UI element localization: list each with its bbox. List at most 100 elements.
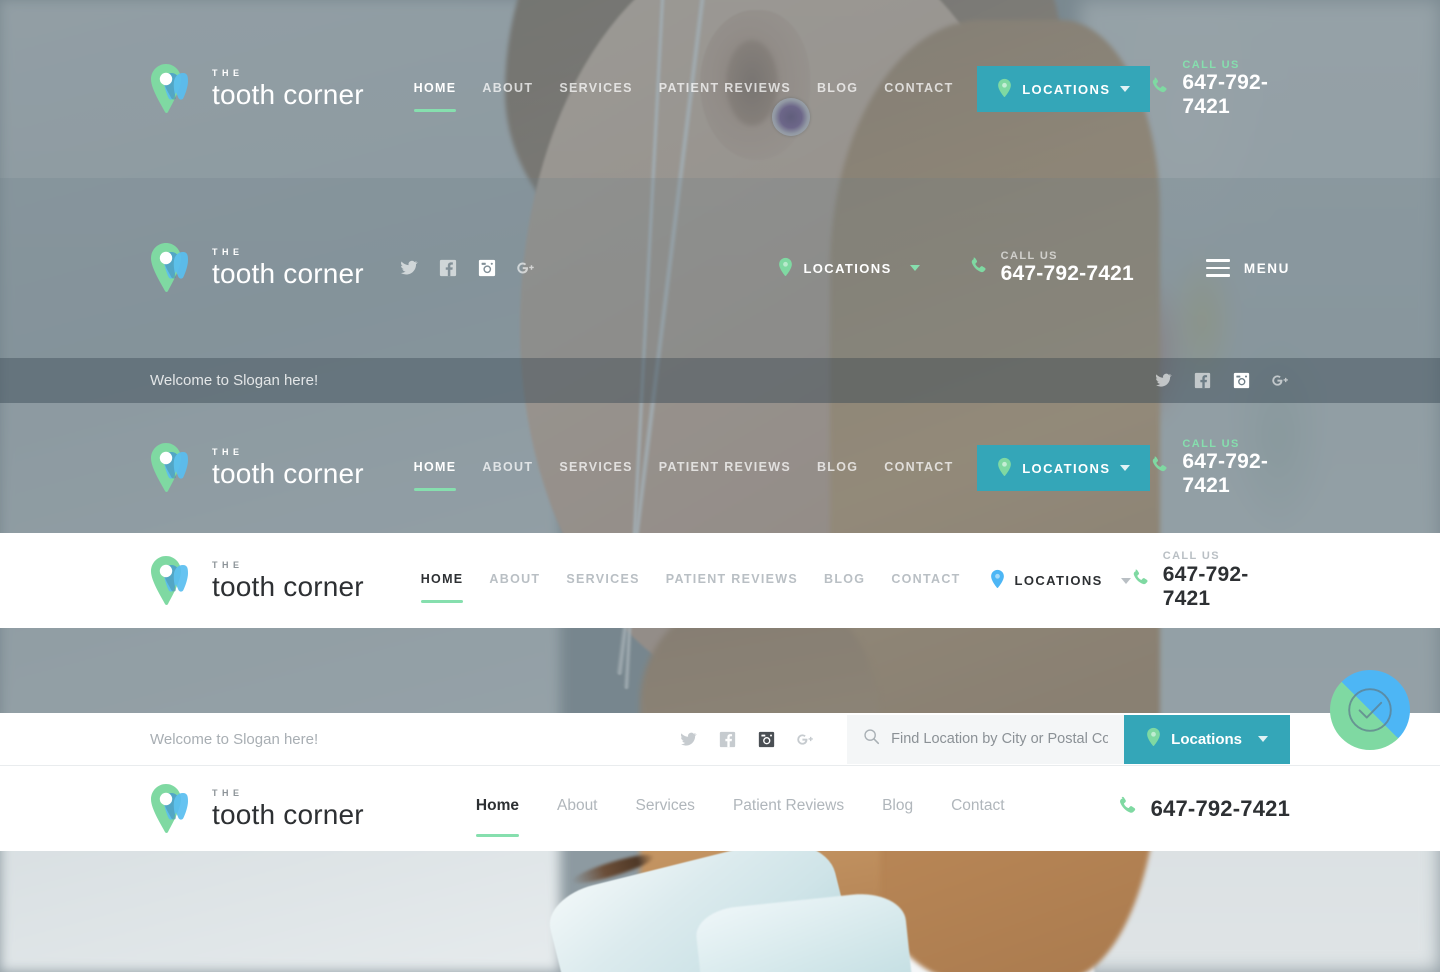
logo-name-text: tooth corner: [212, 570, 364, 602]
nav-item-services[interactable]: SERVICES: [559, 460, 632, 477]
slogan-text: Welcome to Slogan here!: [150, 372, 319, 389]
nav-item-patient-reviews[interactable]: Patient Reviews: [733, 797, 844, 821]
site-logo[interactable]: THE tooth corner: [150, 442, 364, 494]
call-us-block[interactable]: 647-792-7421: [1117, 795, 1290, 822]
map-pin-icon: [778, 257, 793, 280]
logo-the-text: THE: [212, 559, 244, 570]
chevron-down-icon: [1120, 86, 1131, 92]
locations-dropdown-label: LOCATIONS: [803, 260, 892, 276]
site-logo[interactable]: THE tooth corner: [150, 63, 364, 115]
call-us-number: 647-792-7421: [1182, 450, 1269, 498]
nav-item-home[interactable]: HOME: [420, 572, 464, 603]
chevron-down-icon: [909, 265, 920, 271]
header-variant-1: THE tooth corner HOME ABOUT SERVICES PAT…: [0, 0, 1440, 178]
call-us-block[interactable]: CALL US 647-792-7421: [1131, 550, 1290, 611]
hero-scrim-gap: [0, 628, 1440, 713]
facebook-icon[interactable]: [717, 729, 737, 749]
call-us-number: 647-792-7421: [1150, 795, 1291, 821]
logo-the-text: THE: [212, 247, 244, 257]
nav-item-patient-reviews[interactable]: PATIENT REVIEWS: [666, 572, 798, 589]
nav-item-home[interactable]: Home: [475, 797, 520, 837]
locations-button[interactable]: LOCATIONS: [977, 66, 1151, 112]
locations-dropdown[interactable]: LOCATIONS: [778, 257, 920, 280]
twitter-icon[interactable]: [1153, 371, 1173, 391]
header-variant-2: THE tooth corner LOCATIONS CALL US 647-7…: [0, 178, 1440, 358]
call-us-label: CALL US: [1162, 550, 1220, 563]
site-logo[interactable]: THE tooth corner: [150, 555, 364, 607]
locations-dropdown[interactable]: LOCATIONS: [990, 569, 1131, 592]
locations-dropdown-label: LOCATIONS: [1014, 573, 1103, 588]
main-nav-uppercase: HOME ABOUT SERVICES PATIENT REVIEWS BLOG…: [420, 572, 961, 603]
search-icon: [863, 728, 880, 750]
menu-toggle-button[interactable]: MENU: [1205, 259, 1290, 277]
facebook-icon[interactable]: [438, 258, 458, 278]
main-nav-uppercase: HOME ABOUT SERVICES PATIENT REVIEWS BLOG…: [413, 81, 954, 112]
search-input[interactable]: [891, 731, 1109, 747]
google-plus-icon[interactable]: [516, 258, 536, 278]
nav-item-blog[interactable]: BLOG: [817, 81, 858, 98]
map-pin-tooth-logo-icon: [150, 783, 198, 835]
social-links: [678, 729, 815, 749]
logo-name-text: tooth corner: [212, 258, 364, 289]
nav-item-contact[interactable]: CONTACT: [884, 81, 953, 98]
instagram-icon[interactable]: [477, 258, 497, 278]
call-us-block[interactable]: CALL US 647-792-7421: [969, 250, 1134, 287]
nav-item-patient-reviews[interactable]: PATIENT REVIEWS: [659, 460, 791, 477]
nav-item-about[interactable]: ABOUT: [489, 572, 540, 589]
phone-icon: [1131, 568, 1151, 593]
nav-item-blog[interactable]: BLOG: [824, 572, 865, 589]
nav-item-services[interactable]: SERVICES: [566, 572, 639, 589]
nav-item-services[interactable]: Services: [636, 797, 695, 821]
google-plus-icon[interactable]: [1270, 371, 1290, 391]
map-pin-tooth-logo-icon: [150, 442, 198, 494]
slogan-bar-light: Welcome to Slogan here! Find Location by…: [0, 713, 1440, 766]
map-pin-icon: [997, 78, 1012, 101]
nav-item-services[interactable]: SERVICES: [559, 81, 632, 98]
check-circle-badge-icon[interactable]: [1330, 670, 1410, 750]
nav-item-contact[interactable]: CONTACT: [891, 572, 960, 589]
nav-item-blog[interactable]: BLOG: [817, 460, 858, 477]
call-us-label: CALL US: [1182, 58, 1240, 71]
locations-button-label: Locations: [1171, 730, 1242, 748]
nav-item-about[interactable]: ABOUT: [482, 81, 533, 98]
map-pin-icon: [990, 569, 1005, 592]
call-us-number: 647-792-7421: [1162, 562, 1249, 610]
nav-item-home[interactable]: HOME: [413, 460, 457, 491]
twitter-icon[interactable]: [678, 729, 698, 749]
site-logo[interactable]: THE tooth corner: [150, 783, 364, 835]
site-logo[interactable]: THE tooth corner: [150, 242, 364, 294]
header-variant-4: THE tooth corner HOME ABOUT SERVICES PAT…: [0, 533, 1440, 628]
instagram-icon[interactable]: [756, 729, 776, 749]
nav-item-blog[interactable]: Blog: [882, 797, 913, 821]
map-pin-tooth-logo-icon: [150, 242, 198, 294]
header-variant-3: THE tooth corner HOME ABOUT SERVICES PAT…: [0, 403, 1440, 533]
google-plus-icon[interactable]: [795, 729, 815, 749]
social-links: [399, 258, 536, 278]
map-pin-icon: [1146, 727, 1161, 751]
nav-item-contact[interactable]: Contact: [951, 797, 1004, 821]
instagram-icon[interactable]: [1231, 371, 1251, 391]
nav-item-about[interactable]: ABOUT: [482, 460, 533, 477]
locations-button[interactable]: LOCATIONS: [977, 445, 1151, 491]
header-variant-5: THE tooth corner Home About Services Pat…: [0, 766, 1440, 851]
nav-item-about[interactable]: About: [557, 797, 598, 821]
call-us-block[interactable]: CALL US 647-792-7421: [1150, 59, 1290, 120]
chevron-down-icon: [1120, 577, 1131, 584]
location-search-box[interactable]: [847, 714, 1125, 764]
nav-item-contact[interactable]: CONTACT: [884, 460, 953, 477]
slogan-bar-dark: Welcome to Slogan here!: [0, 358, 1440, 403]
locations-button[interactable]: Locations: [1124, 714, 1290, 764]
nav-item-home[interactable]: HOME: [413, 81, 457, 112]
main-nav-uppercase: HOME ABOUT SERVICES PATIENT REVIEWS BLOG…: [413, 460, 954, 491]
chevron-down-icon: [1120, 465, 1131, 471]
phone-icon: [1150, 455, 1170, 480]
logo-the-text: THE: [212, 447, 244, 457]
call-us-block[interactable]: CALL US 647-792-7421: [1150, 438, 1290, 499]
map-pin-tooth-logo-icon: [150, 63, 198, 115]
twitter-icon[interactable]: [399, 258, 419, 278]
slogan-text: Welcome to Slogan here!: [150, 730, 319, 748]
logo-name-text: tooth corner: [212, 79, 364, 110]
social-links: [1153, 371, 1290, 391]
facebook-icon[interactable]: [1192, 371, 1212, 391]
nav-item-patient-reviews[interactable]: PATIENT REVIEWS: [659, 81, 791, 98]
